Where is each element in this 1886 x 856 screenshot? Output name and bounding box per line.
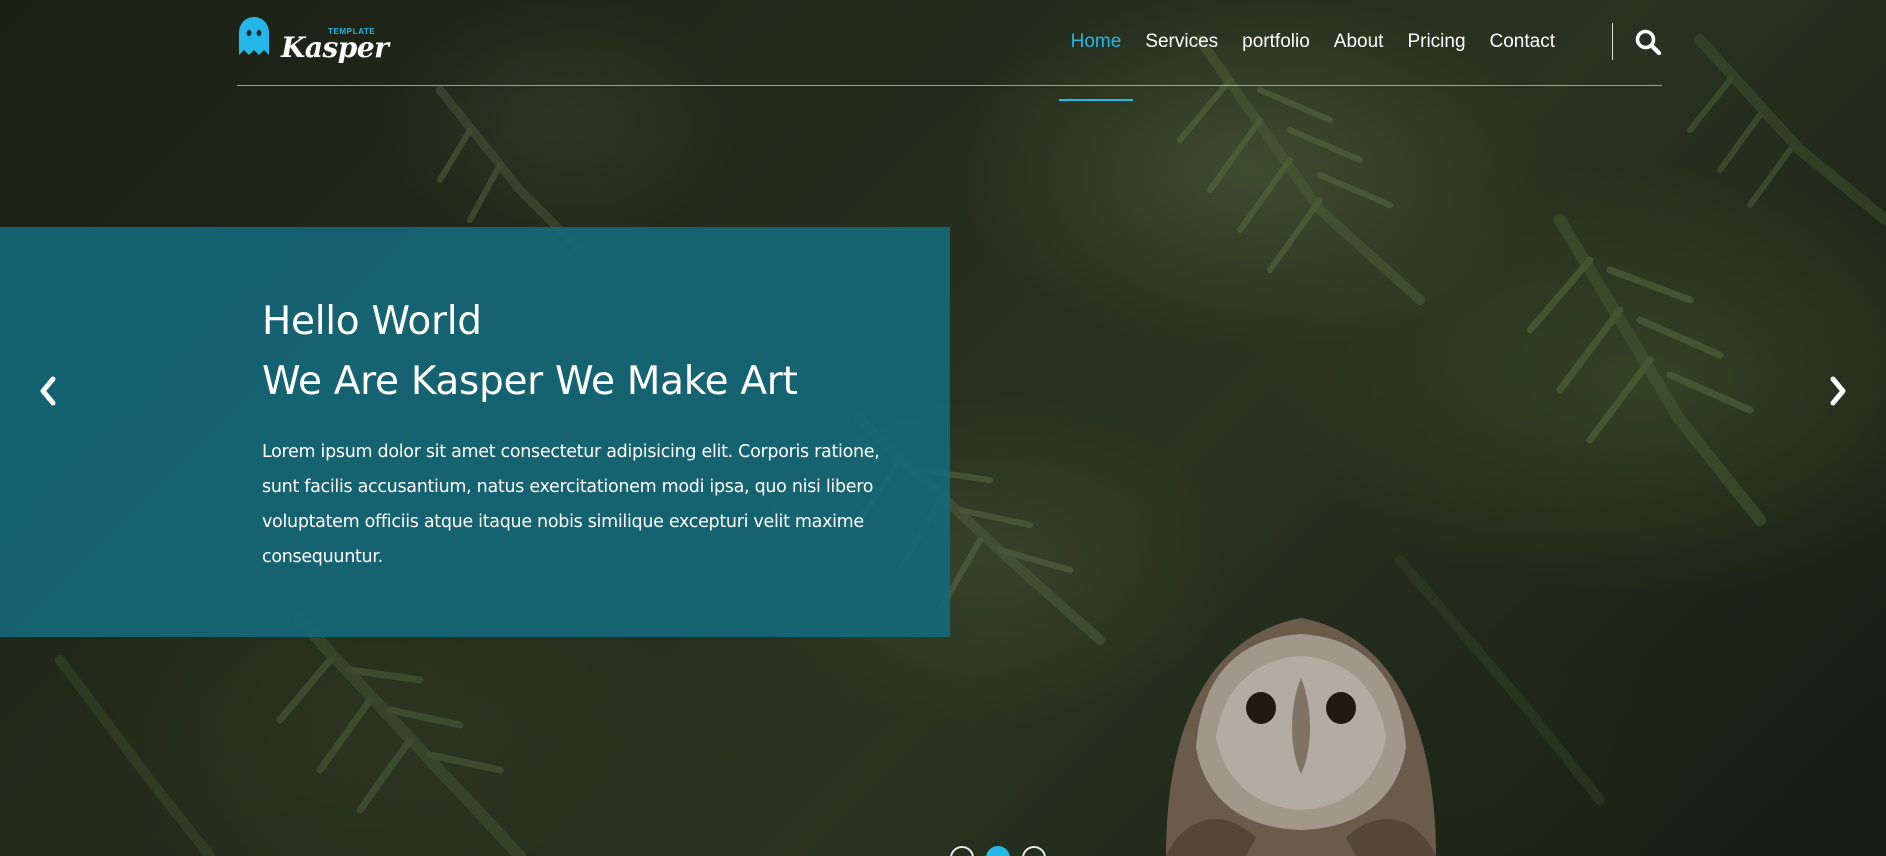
slide-caption-box [0,227,950,637]
slider-bullet[interactable] [950,846,974,856]
slider-bullets [950,846,1046,856]
logo[interactable]: TEMPLATE Kasper [237,16,389,64]
slider-bullet[interactable] [1022,846,1046,856]
main-nav: Home Services portfolio About Pricing Co… [1058,27,1567,101]
chevron-left-icon [40,376,56,406]
slider-prev-button[interactable] [36,374,60,408]
slide-title: Hello World We Are Kasper We Make Art [262,292,922,412]
nav-divider [1612,23,1613,60]
logo-wordmark: Kasper [281,31,389,64]
ghost-icon [239,17,269,55]
slide-title-line-1: Hello World [262,299,482,344]
search-icon [1635,29,1662,56]
nav-item-services[interactable]: Services [1133,27,1230,56]
nav-item-contact[interactable]: Contact [1478,27,1567,56]
nav-item-home[interactable]: Home [1058,27,1134,101]
slider-next-button[interactable] [1826,374,1850,408]
hero-section: TEMPLATE Kasper Home Services portfolio … [0,0,1886,856]
nav-item-about[interactable]: About [1322,27,1396,56]
site-header: TEMPLATE Kasper Home Services portfolio … [237,0,1662,101]
search-button[interactable] [1634,28,1662,56]
nav-item-portfolio[interactable]: portfolio [1230,27,1322,56]
slide-title-line-2: We Are Kasper We Make Art [262,359,798,404]
slider-bullet-active[interactable] [986,846,1010,856]
chevron-right-icon [1830,376,1846,406]
nav-item-pricing[interactable]: Pricing [1395,27,1477,56]
slide-description: Lorem ipsum dolor sit amet consectetur a… [262,442,880,567]
